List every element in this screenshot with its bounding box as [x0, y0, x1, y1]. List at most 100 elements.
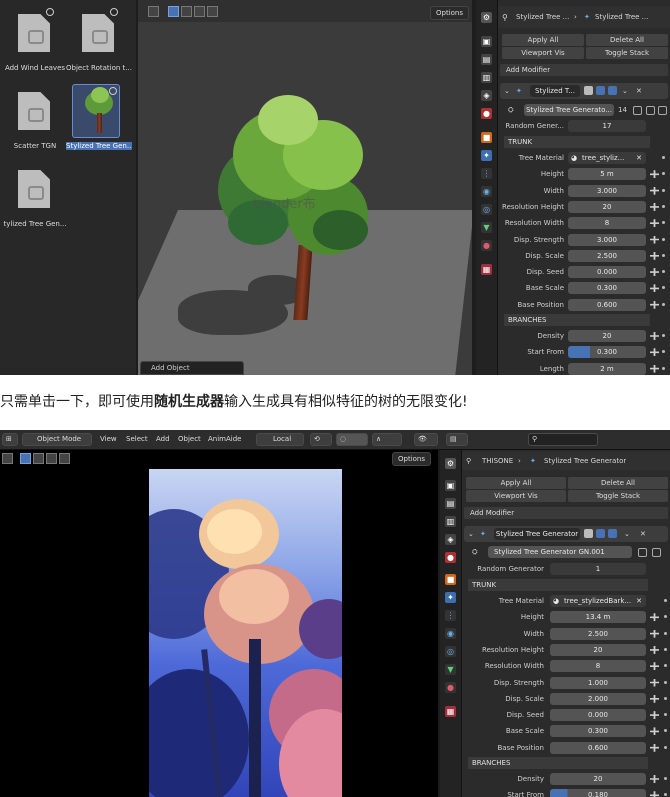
param-field-width[interactable]: 2.500 — [550, 627, 646, 640]
keyframe-dot-icon[interactable] — [662, 350, 665, 354]
viewport-display-icon[interactable] — [596, 86, 605, 95]
node-group-field[interactable]: Stylized Tree Generato... — [524, 104, 614, 116]
play-icon[interactable] — [2, 453, 13, 464]
keyframe-dot-icon[interactable] — [664, 745, 667, 749]
particles-icon[interactable]: ⋮ — [445, 610, 456, 621]
view-layer-icon[interactable]: ▥ — [445, 516, 456, 527]
driver-icon[interactable] — [650, 775, 659, 783]
keyframe-dot-icon[interactable] — [662, 156, 665, 159]
driver-icon[interactable] — [650, 613, 659, 622]
param-field-disp-strength[interactable]: 3.000 — [568, 233, 646, 246]
param-field-resolution-width[interactable]: 8 — [568, 217, 646, 230]
collapse-icon[interactable]: ⌄ — [504, 87, 510, 95]
param-field-width[interactable]: 3.000 — [568, 184, 646, 197]
param-field-start-from[interactable]: 0.180 — [550, 789, 646, 797]
menu-view[interactable]: View — [100, 435, 117, 443]
apply-all-button[interactable]: Apply All — [502, 34, 584, 46]
data-icon[interactable]: ▼ — [481, 222, 492, 233]
keyframe-dot-icon[interactable] — [664, 615, 667, 619]
constraints-icon[interactable]: ◎ — [445, 646, 456, 657]
keyframe-dot-icon[interactable] — [662, 270, 665, 274]
branches-section[interactable]: BRANCHES — [504, 314, 650, 326]
keyframe-dot-icon[interactable] — [662, 286, 665, 290]
keyframe-dot-icon[interactable] — [664, 696, 667, 700]
unlink-icon[interactable]: ✕ — [636, 595, 642, 607]
node-tree-icon[interactable]: ⛭ — [472, 548, 478, 557]
select-box-icon[interactable] — [168, 6, 179, 17]
constraints-icon[interactable]: ◎ — [481, 204, 492, 215]
random-generator-field[interactable]: 17 — [568, 120, 646, 132]
data-icon[interactable]: ▼ — [445, 664, 456, 675]
param-field-disp-strength[interactable]: 1.000 — [550, 676, 646, 689]
driver-icon[interactable] — [650, 251, 659, 260]
param-field-start-from[interactable]: 0.300 — [568, 346, 646, 359]
select-subtract-icon[interactable] — [194, 6, 205, 17]
snap-icon[interactable]: ◌ — [336, 433, 368, 446]
driver-icon[interactable] — [650, 348, 659, 357]
modifier-name-field[interactable]: Stylized T... — [530, 85, 580, 97]
keyframe-dot-icon[interactable] — [664, 631, 667, 635]
driver-icon[interactable] — [650, 662, 659, 671]
keyframe-dot-icon[interactable] — [664, 713, 667, 717]
keyframe-dot-icon[interactable] — [664, 680, 667, 684]
menu-add[interactable]: Add — [156, 435, 170, 443]
tool-icon[interactable]: ⚙ — [481, 12, 492, 23]
param-field-tree-material[interactable]: ◕ tree_styliz... ✕ — [568, 152, 646, 164]
branches-section[interactable]: BRANCHES — [468, 757, 648, 769]
driver-icon[interactable] — [650, 694, 659, 703]
add-modifier-button[interactable]: Add Modifier — [500, 64, 668, 76]
add-modifier-button[interactable]: Add Modifier — [464, 507, 668, 519]
physics-icon[interactable]: ◉ — [481, 186, 492, 197]
node-tree-icon[interactable]: ⛭ — [508, 106, 514, 115]
param-field-height[interactable]: 5 m — [568, 168, 646, 181]
param-field-density[interactable]: 20 — [550, 773, 646, 785]
texture-icon[interactable]: ▦ — [481, 264, 492, 275]
keyframe-dot-icon[interactable] — [662, 221, 665, 225]
world-icon[interactable]: ● — [445, 552, 456, 563]
pin-icon[interactable]: ⚲ — [466, 457, 471, 465]
keyframe-dot-icon[interactable] — [664, 793, 667, 797]
material-icon[interactable]: ● — [445, 682, 456, 693]
keyframe-dot-icon[interactable] — [662, 302, 665, 306]
keyframe-dot-icon[interactable] — [664, 599, 667, 602]
param-field-tree-material[interactable]: ◕ tree_stylizedBark... ✕ — [550, 595, 646, 607]
trunk-section[interactable]: TRUNK — [504, 136, 650, 148]
param-field-disp-seed[interactable]: 0.000 — [550, 709, 646, 722]
transform-orientation-dropdown[interactable]: Local — [256, 433, 304, 446]
param-field-base-position[interactable]: 0.600 — [550, 741, 646, 754]
apply-all-button[interactable]: Apply All — [466, 477, 566, 489]
toggle-stack-button[interactable]: Toggle Stack — [568, 490, 668, 502]
tool-icon[interactable]: ⚙ — [445, 458, 456, 469]
param-field-base-scale[interactable]: 0.300 — [568, 282, 646, 295]
render-icon[interactable]: ▣ — [481, 36, 492, 47]
menu-animaide[interactable]: AnimAide — [208, 435, 241, 443]
keyframe-dot-icon[interactable] — [662, 334, 665, 337]
scene-icon[interactable]: ◈ — [481, 90, 492, 101]
unlink-icon[interactable]: ✕ — [636, 152, 642, 164]
scene-icon[interactable]: ◈ — [445, 534, 456, 545]
driver-icon[interactable] — [650, 186, 659, 195]
fake-user-icon[interactable] — [638, 548, 647, 557]
param-field-height[interactable]: 13.4 m — [550, 611, 646, 624]
menu-select[interactable]: Select — [126, 435, 148, 443]
driver-icon[interactable] — [650, 727, 659, 736]
keyframe-dot-icon[interactable] — [664, 777, 667, 780]
driver-icon[interactable] — [650, 202, 659, 211]
particles-icon[interactable]: ⋮ — [481, 168, 492, 179]
driver-icon[interactable] — [650, 629, 659, 638]
driver-icon[interactable] — [650, 711, 659, 720]
output-icon[interactable]: ▤ — [445, 498, 456, 509]
viewport-display-icon[interactable] — [596, 529, 605, 538]
duplicate-icon[interactable] — [652, 548, 661, 557]
material-icon[interactable]: ● — [481, 240, 492, 251]
modifier-wrench-icon[interactable]: ✦ — [481, 150, 492, 161]
add-object-panel[interactable]: Add Object — [140, 361, 244, 375]
editor-type-icon[interactable]: ⊞ — [2, 433, 18, 446]
view-layer-icon[interactable]: ▥ — [481, 72, 492, 83]
viewport-vis-button[interactable]: Viewport Vis — [466, 490, 566, 502]
physics-icon[interactable]: ◉ — [445, 628, 456, 639]
close-icon[interactable]: ✕ — [636, 87, 642, 95]
keyframe-dot-icon[interactable] — [662, 204, 665, 208]
3d-viewport[interactable]: Options blender布 Add Object — [138, 0, 472, 375]
param-field-disp-seed[interactable]: 0.000 — [568, 266, 646, 279]
